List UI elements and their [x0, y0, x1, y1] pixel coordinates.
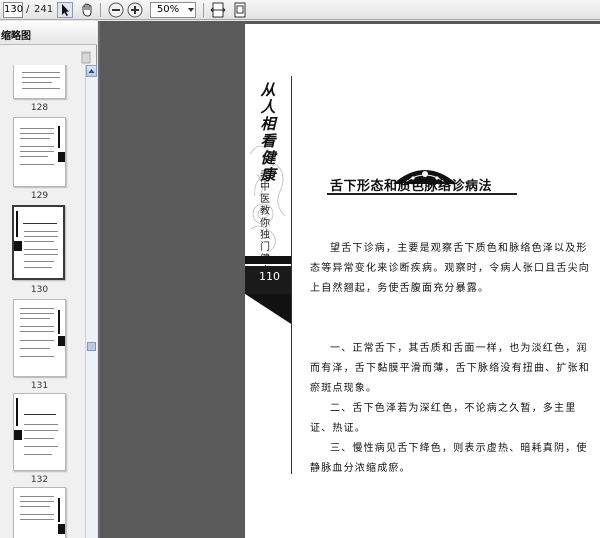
thumbnail-page[interactable] — [13, 299, 66, 377]
scroll-up-button[interactable] — [86, 65, 97, 77]
paragraph: 三、慢性病见舌下绛色，则表示虚热、暗耗真阴，使静脉血分浓缩成瘀。 — [310, 443, 588, 474]
thumbnail-label: 128 — [30, 103, 49, 113]
zoom-in-icon[interactable] — [127, 2, 143, 18]
page-total: 241 — [34, 4, 54, 15]
chevron-down-icon[interactable] — [186, 2, 196, 18]
thumbnail-page[interactable] — [13, 65, 66, 99]
toolbar: 130 / 241 50% — [0, 0, 600, 20]
page-number-input[interactable]: 130 — [3, 2, 23, 18]
thumbnail-page[interactable] — [12, 205, 65, 280]
sidebar-header: 缩略图 — [0, 21, 97, 45]
thumbnail-label: 129 — [30, 191, 49, 201]
select-tool-icon[interactable] — [57, 2, 73, 18]
thumbnail-label: 131 — [30, 381, 49, 391]
thumbnail-sidebar: 缩略图 128 129 130 131 132 — [0, 21, 97, 538]
hand-tool-icon[interactable] — [79, 2, 95, 18]
sidebar-scrollbar[interactable] — [85, 65, 97, 538]
thumbnail-page[interactable] — [13, 117, 66, 187]
thumbnail-page[interactable] — [13, 393, 66, 471]
paragraph: 一、正常舌下，其舌质和舌面一样，也为淡红色，润而有泽，舌下黏膜平滑而薄，舌下脉络… — [310, 343, 590, 394]
thumbnail-page[interactable] — [13, 487, 66, 538]
thumbnail-label: 130 — [30, 285, 49, 295]
chapter-title: 舌下形态和质色脉络诊病法 — [330, 179, 493, 194]
book-title: 从人相看健康 — [260, 81, 276, 184]
trash-icon[interactable] — [80, 50, 92, 64]
fit-page-icon[interactable] — [232, 2, 248, 18]
paragraph: 二、舌下色泽若为深红色，不论病之久暂，多主里证、热证。 — [310, 403, 577, 434]
document-viewport: 从人相看健康 老中医教你独门健康望诊 110 舌下形态和质色脉络诊病法 望舌下诊… — [98, 21, 600, 538]
page-number-band — [245, 256, 291, 324]
paragraph: 望舌下诊病，主要是观察舌下质色和脉络色泽以及形态等异常变化来诊断疾病。观察时，令… — [310, 243, 590, 294]
sidebar-title: 缩略图 — [1, 31, 31, 42]
page-number: 110 — [259, 270, 280, 283]
thumbnail-list: 128 129 130 131 132 — [0, 65, 84, 538]
fit-width-icon[interactable] — [210, 2, 226, 18]
zoom-out-icon[interactable] — [108, 2, 124, 18]
chapter-underline — [327, 193, 517, 195]
document-page: 从人相看健康 老中医教你独门健康望诊 110 舌下形态和质色脉络诊病法 望舌下诊… — [245, 24, 600, 538]
margin-rule — [291, 76, 292, 474]
thumbnail-label: 132 — [30, 475, 49, 485]
page-separator: / — [26, 4, 30, 15]
pane-splitter[interactable] — [98, 21, 100, 538]
scrollbar-thumb[interactable] — [87, 342, 96, 351]
